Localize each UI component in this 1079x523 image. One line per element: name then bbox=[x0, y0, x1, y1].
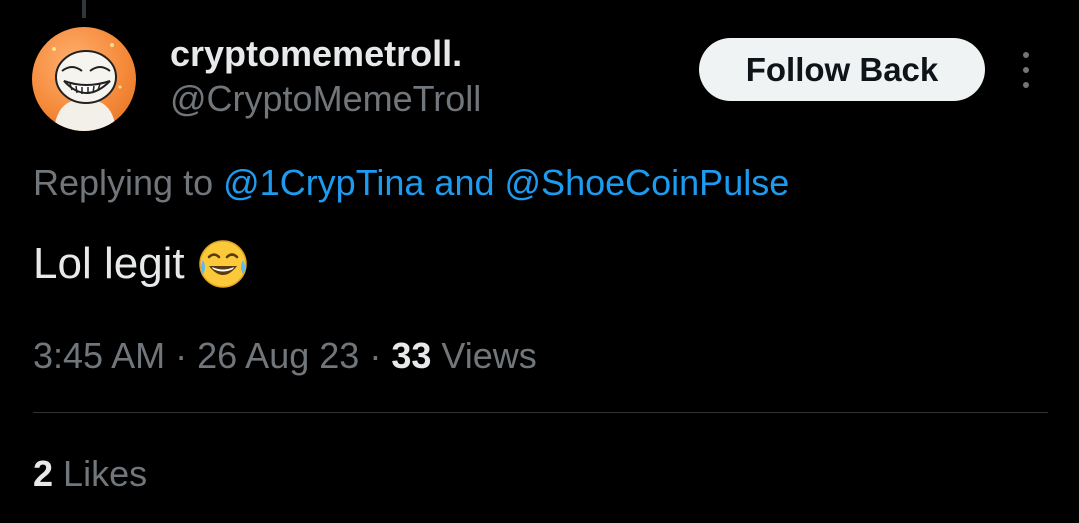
views-count[interactable]: 33 bbox=[391, 335, 431, 376]
tweet-body: Lol legit bbox=[33, 238, 249, 290]
user-info: cryptomemetroll. @CryptoMemeTroll bbox=[170, 34, 481, 120]
mention-conjunction[interactable]: and bbox=[434, 162, 494, 203]
likes-label: Likes bbox=[63, 453, 148, 494]
avatar[interactable] bbox=[32, 27, 136, 131]
mention-link-2[interactable]: @ShoeCoinPulse bbox=[505, 162, 790, 203]
face-with-tears-of-joy-emoji-icon bbox=[198, 240, 247, 288]
more-dot bbox=[1023, 82, 1029, 88]
tweet-text: Lol legit bbox=[33, 239, 185, 288]
divider bbox=[33, 412, 1048, 413]
follow-back-button[interactable]: Follow Back bbox=[699, 38, 985, 101]
mention-link-1[interactable]: @1CrypTina bbox=[223, 162, 424, 203]
more-dot bbox=[1023, 67, 1029, 73]
tweet-date[interactable]: 26 Aug 23 bbox=[197, 335, 359, 376]
more-dot bbox=[1023, 52, 1029, 58]
meta-separator: · bbox=[175, 335, 188, 376]
likes-count: 2 bbox=[33, 453, 54, 494]
meta-separator: · bbox=[369, 335, 382, 376]
tweet-time[interactable]: 3:45 AM bbox=[33, 335, 165, 376]
display-name[interactable]: cryptomemetroll. bbox=[170, 34, 481, 74]
trollface-avatar-icon bbox=[52, 43, 122, 131]
views-label[interactable]: Views bbox=[441, 335, 536, 376]
replying-prefix: Replying to bbox=[33, 162, 214, 203]
more-vertical-icon[interactable] bbox=[1012, 52, 1040, 88]
tweet-meta: 3:45 AM · 26 Aug 23 · 33 Views bbox=[33, 334, 537, 378]
user-handle[interactable]: @CryptoMemeTroll bbox=[170, 78, 481, 120]
thread-connector-line bbox=[82, 0, 86, 18]
likes-stat[interactable]: 2 Likes bbox=[33, 452, 147, 496]
replying-to-line: Replying to @1CrypTina and @ShoeCoinPuls… bbox=[33, 162, 789, 204]
